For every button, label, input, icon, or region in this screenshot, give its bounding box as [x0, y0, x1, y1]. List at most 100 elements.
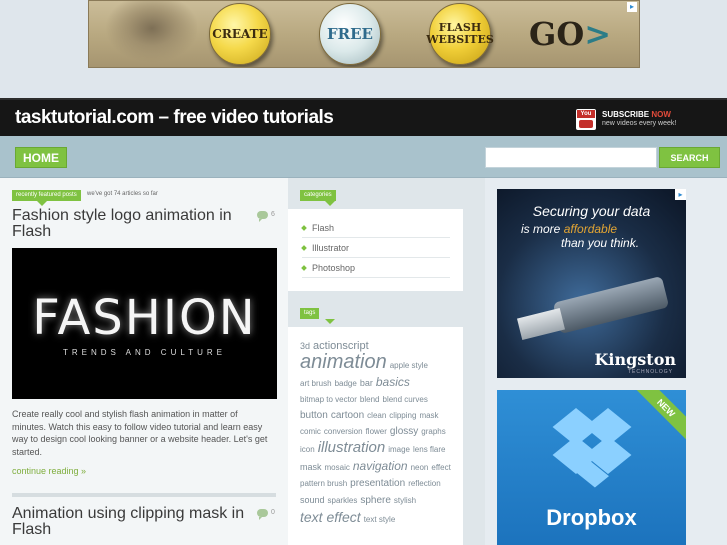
thumbnail-subtitle: TRENDS AND CULTURE — [63, 348, 226, 357]
tag-link[interactable]: cartoon — [331, 408, 364, 424]
tag-link[interactable]: blend — [360, 392, 380, 408]
kingston-line3: than you think. — [561, 236, 640, 250]
tag-link[interactable]: clean — [367, 408, 386, 424]
banner-advertisement[interactable]: CREATE FREE FLASH WEBSITES GO> ▸ — [88, 0, 640, 68]
kingston-logo-sub: TECHNOLOGY — [627, 369, 673, 375]
usb-plug-illustration — [516, 308, 566, 340]
tag-link[interactable]: neon — [411, 460, 429, 476]
post-excerpt: Create really cool and stylish flash ani… — [12, 409, 268, 457]
go-arrow: > — [584, 15, 612, 53]
post-title[interactable]: Animation using clipping mask in Flash — [12, 506, 268, 538]
pin-create: CREATE — [209, 3, 271, 65]
categories-tag: categories — [300, 190, 336, 206]
tag-link[interactable]: illustration — [318, 440, 386, 456]
tag-link[interactable]: pattern brush — [300, 476, 347, 492]
pin-flash-websites: FLASH WEBSITES — [426, 3, 494, 65]
top-banner-area: CREATE FREE FLASH WEBSITES GO> ▸ — [0, 0, 727, 98]
kingston-affordable: affordable — [563, 222, 618, 236]
tags-tag: tags — [300, 308, 336, 324]
tag-link[interactable]: art brush — [300, 376, 332, 392]
category-flash[interactable]: Flash — [302, 218, 450, 238]
site-header: tasktutorial.com – free video tutorials … — [0, 98, 727, 136]
adchoices-icon[interactable]: ▸ — [627, 2, 637, 12]
youtube-label: You Tube — [577, 110, 595, 125]
tag-link[interactable]: sphere — [360, 493, 391, 509]
post-title[interactable]: Fashion style logo animation in Flash — [12, 208, 268, 240]
tag-link[interactable]: apple style — [390, 358, 428, 374]
tag-link[interactable]: bitmap to vector — [300, 392, 357, 408]
sidebar-right-ads: Securing your data is more affordable th… — [485, 178, 727, 545]
tag-link[interactable]: bar — [360, 375, 373, 391]
post-thumbnail[interactable]: FASHION TRENDS AND CULTURE — [12, 248, 277, 399]
search-input[interactable] — [485, 147, 657, 168]
tag-link[interactable]: flower — [366, 424, 387, 440]
usb-drive-illustration — [552, 275, 670, 335]
tag-link[interactable]: lens flare — [413, 442, 445, 458]
tag-link[interactable]: blend curves — [383, 392, 428, 408]
pin-flash-line2: WEBSITES — [426, 33, 494, 46]
tag-link[interactable]: graphs — [421, 424, 445, 440]
kingston-advertisement[interactable]: Securing your data is more affordable th… — [497, 189, 686, 378]
tag-link[interactable]: effect — [431, 460, 450, 476]
tag-link[interactable]: reflection — [408, 476, 440, 492]
tag-link[interactable]: sparkles — [328, 493, 358, 509]
categories-panel: Flash Illustrator Photoshop — [288, 209, 463, 291]
continue-reading-link[interactable]: continue reading » — [12, 466, 86, 476]
tag-link[interactable]: comic — [300, 424, 321, 440]
site-title[interactable]: tasktutorial.com – free video tutorials — [15, 107, 334, 129]
new-ribbon: NEW — [630, 390, 686, 444]
tag-link[interactable]: text style — [364, 512, 396, 528]
tag-link[interactable]: basics — [376, 374, 410, 390]
thumbnail-title: FASHION — [32, 290, 257, 346]
banner-go-text: GO> — [529, 15, 611, 53]
sidebar-middle: categories Flash Illustrator Photoshop t… — [288, 178, 485, 545]
kingston-line2a: is more — [521, 222, 561, 236]
tag-cloud: 3d actionscriptanimation apple styleart br… — [300, 338, 458, 528]
subscribe-label: SUBSCRIBE — [602, 110, 650, 119]
kingston-headline: Securing your data — [532, 203, 651, 219]
post-divider — [12, 493, 276, 497]
adchoices-icon[interactable]: ▸ — [675, 189, 686, 200]
comment-icon[interactable] — [257, 509, 268, 520]
search-button[interactable]: SEARCH — [659, 147, 720, 168]
navigation-bar: HOME SEARCH — [0, 136, 727, 178]
youtube-icon[interactable]: You Tube — [576, 109, 596, 130]
subscribe-now: NOW — [651, 110, 671, 119]
tag-link[interactable]: icon — [300, 442, 315, 458]
tag-link[interactable]: text effect — [300, 509, 361, 525]
main-content: recently featured posts we've got 74 art… — [0, 178, 288, 545]
tag-link[interactable]: mask — [419, 408, 438, 424]
kingston-logo: Kingston — [594, 350, 676, 369]
category-illustrator[interactable]: Illustrator — [302, 238, 450, 258]
dropbox-wordmark: Dropbox — [546, 505, 637, 530]
tag-link[interactable]: navigation — [353, 458, 408, 474]
kingston-line2: is more affordable — [521, 222, 617, 236]
recent-posts-tag: recently featured posts — [12, 190, 81, 206]
tag-link[interactable]: presentation — [350, 476, 405, 492]
pin-free: FREE — [319, 3, 381, 65]
dropbox-advertisement[interactable]: NEW Dropbox — [497, 390, 686, 545]
tag-link[interactable]: badge — [335, 376, 357, 392]
tag-link[interactable]: mosaic — [325, 460, 350, 476]
go-word: GO — [529, 15, 585, 53]
tag-link[interactable]: mask — [300, 459, 322, 475]
article-count-note: we've got 74 articles so far — [87, 191, 158, 197]
comment-icon[interactable] — [257, 211, 268, 222]
home-button[interactable]: HOME — [15, 147, 67, 168]
tag-link[interactable]: animation — [300, 352, 387, 372]
tag-link[interactable]: sound — [300, 492, 325, 508]
vintage-woman-illustration — [97, 1, 197, 67]
tags-panel: 3d actionscriptanimation apple styleart br… — [288, 327, 463, 545]
tag-link[interactable]: glossy — [390, 424, 418, 440]
tag-link[interactable]: button — [300, 408, 328, 424]
category-photoshop[interactable]: Photoshop — [302, 258, 450, 278]
comment-count[interactable]: 6 — [271, 211, 275, 218]
tag-link[interactable]: conversion — [324, 424, 363, 440]
tag-link[interactable]: image — [388, 442, 410, 458]
tag-link[interactable]: stylish — [394, 493, 416, 509]
tag-link[interactable]: clipping — [389, 408, 416, 424]
subscribe-link[interactable]: SUBSCRIBE NOW — [602, 110, 671, 119]
dropbox-logo-icon — [552, 408, 632, 488]
comment-count[interactable]: 0 — [271, 509, 275, 516]
subscribe-subtext: new videos every week! — [602, 120, 677, 127]
